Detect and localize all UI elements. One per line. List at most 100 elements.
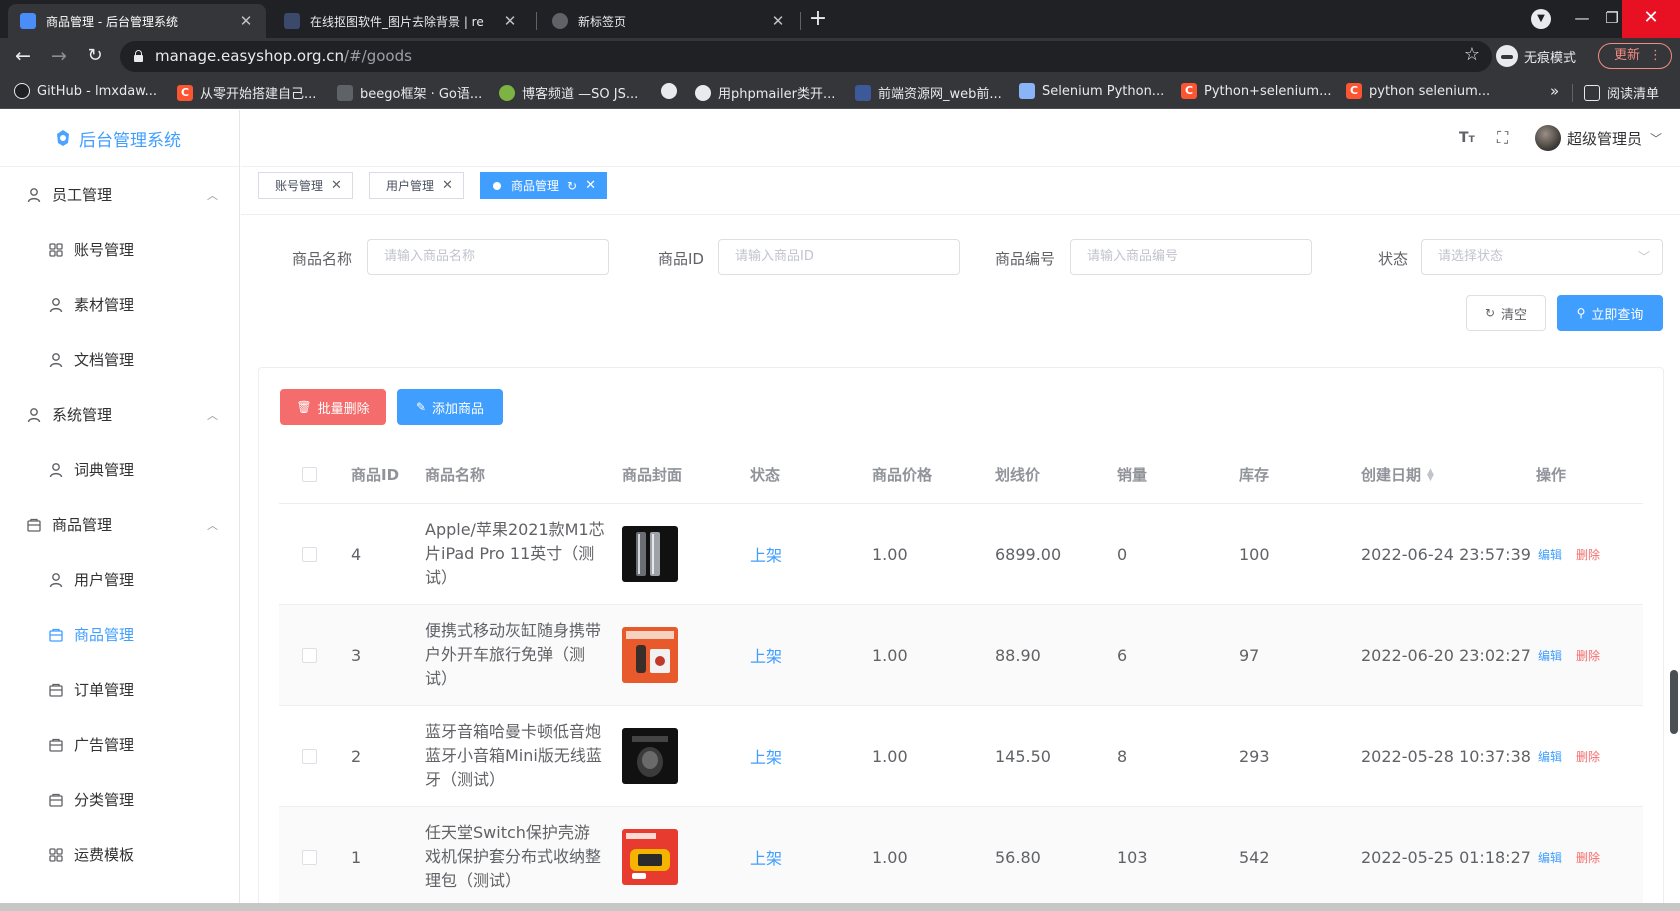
menu-item[interactable]: 订单管理 xyxy=(0,662,239,717)
edit-link[interactable]: 编辑 xyxy=(1538,546,1562,563)
menu-item[interactable]: 分类管理 xyxy=(0,772,239,827)
bookmark-item[interactable]: C 从零开始搭建自己... xyxy=(177,83,316,102)
tag-goods[interactable]: 商品管理 ↻ ✕ xyxy=(480,172,607,199)
tag-user[interactable]: 用户管理 ✕ xyxy=(369,172,464,199)
browser-tab[interactable]: 新标签页 ✕ xyxy=(540,4,798,38)
delete-link[interactable]: 删除 xyxy=(1576,748,1600,765)
menu-item[interactable]: 广告管理 xyxy=(0,717,239,772)
edit-icon: ✎ xyxy=(415,400,427,414)
new-tab-plus-icon[interactable]: + xyxy=(806,6,830,31)
goods-name-input[interactable]: 请输入商品名称 xyxy=(367,239,609,275)
goods-name: 蓝牙音箱哈曼卡顿低音炮蓝牙小音箱Mini版无线蓝牙（测试） xyxy=(425,722,602,789)
menu-item[interactable]: 文档管理 xyxy=(0,332,239,387)
sidebar: 后台管理系统 员工管理 ︿ 账号管理 素材管理 文档管理 系统管理 ︿ 词典管理 商品管理 ︿ 用户… xyxy=(0,110,240,911)
more-bookmarks-icon[interactable]: » xyxy=(1550,82,1559,100)
bookmark-item[interactable]: C Python+selenium... xyxy=(1181,83,1332,99)
user-icon xyxy=(48,297,64,313)
box-icon xyxy=(48,737,64,753)
close-tab-icon[interactable]: ✕ xyxy=(502,12,518,30)
col-date[interactable]: 创建日期 ▲ ▼ xyxy=(1361,446,1434,503)
menu-group-item[interactable]: 系统管理 ︿ xyxy=(0,387,239,442)
goods-code-input[interactable]: 请输入商品编号 xyxy=(1070,239,1312,275)
refresh-icon[interactable]: ↻ xyxy=(567,179,577,193)
chevron-up-icon[interactable]: ︿ xyxy=(207,187,218,203)
page-scrollbar[interactable] xyxy=(1670,670,1678,734)
edit-link[interactable]: 编辑 xyxy=(1538,849,1562,866)
fullscreen-icon[interactable]: ⛶ xyxy=(1497,128,1508,148)
select-all-checkbox[interactable] xyxy=(302,446,317,503)
incognito-icon xyxy=(1496,45,1518,67)
tab-search-icon[interactable]: ▼ xyxy=(1531,9,1551,29)
goods-id-input[interactable]: 请输入商品ID xyxy=(718,239,960,275)
status-link[interactable]: 上架 xyxy=(750,807,782,907)
goods-cover-image xyxy=(622,829,678,885)
box-icon xyxy=(26,517,42,533)
status-link[interactable]: 上架 xyxy=(750,706,782,806)
grid-icon xyxy=(48,242,64,258)
incognito-indicator[interactable]: 无痕模式 xyxy=(1496,43,1576,69)
tag-account[interactable]: 账号管理 ✕ xyxy=(258,172,353,199)
lock-icon xyxy=(134,50,143,62)
row-checkbox[interactable] xyxy=(302,706,317,806)
menu-item[interactable]: 账号管理 xyxy=(0,222,239,277)
update-button[interactable]: 更新 ⋮ xyxy=(1598,43,1672,69)
bookmark-item[interactable]: beego框架 · Go语... xyxy=(337,83,482,102)
forward-arrow-icon[interactable]: → xyxy=(46,43,72,69)
menu-group-item[interactable]: 员工管理 ︿ xyxy=(0,167,239,222)
delete-link[interactable]: 删除 xyxy=(1576,849,1600,866)
browser-tab-active[interactable]: 商品管理 - 后台管理系统 ✕ xyxy=(8,4,266,38)
bookmark-item[interactable]: Selenium Python... xyxy=(1019,83,1164,99)
browser-tab[interactable]: 在线抠图软件_图片去除背景 | re ✕ xyxy=(272,4,530,38)
status-link[interactable]: 上架 xyxy=(750,605,782,705)
row-checkbox[interactable] xyxy=(302,504,317,604)
close-icon[interactable]: ✕ xyxy=(331,178,342,193)
sort-icon[interactable]: ▲ ▼ xyxy=(1427,467,1434,482)
app-title: 后台管理系统 xyxy=(79,130,181,151)
clear-button[interactable]: ↻ 清空 xyxy=(1466,295,1546,331)
close-tab-icon[interactable]: ✕ xyxy=(238,12,254,30)
original-price: 56.80 xyxy=(995,847,1041,867)
close-icon[interactable]: ✕ xyxy=(442,178,453,193)
menu-item[interactable]: 运费模板 xyxy=(0,827,239,882)
goods-sales: 8 xyxy=(1117,746,1128,766)
bookmark-star-icon[interactable]: ☆ xyxy=(1464,44,1480,65)
font-size-icon[interactable]: TT xyxy=(1459,130,1475,146)
row-checkbox[interactable] xyxy=(302,605,317,705)
address-bar[interactable]: manage.easyshop.org.cn/#/goods ☆ xyxy=(120,41,1492,72)
reading-list[interactable]: 阅读清单 xyxy=(1584,83,1659,102)
back-arrow-icon[interactable]: ← xyxy=(10,43,36,69)
bookmark-item[interactable]: 用phpmailer类开... xyxy=(695,83,835,102)
user-menu[interactable]: 超级管理员 ﹀ xyxy=(1535,125,1662,151)
edit-link[interactable]: 编辑 xyxy=(1538,748,1562,765)
batch-delete-button[interactable]: 🗑 批量删除 xyxy=(280,389,386,425)
menu-item[interactable]: 用户管理 xyxy=(0,552,239,607)
goods-cover-image xyxy=(622,627,678,683)
created-date: 2022-05-25 01:18:27 xyxy=(1361,847,1531,867)
search-button[interactable]: ⚲ 立即查询 xyxy=(1557,295,1663,331)
chevron-up-icon[interactable]: ︿ xyxy=(207,517,218,533)
row-checkbox[interactable] xyxy=(302,807,317,907)
edit-link[interactable]: 编辑 xyxy=(1538,647,1562,664)
bookmark-item[interactable] xyxy=(661,83,684,99)
menu-item[interactable]: 素材管理 xyxy=(0,277,239,332)
globe-icon xyxy=(661,83,677,99)
delete-link[interactable]: 删除 xyxy=(1576,647,1600,664)
status-select[interactable]: 请选择状态 ﹀ xyxy=(1421,239,1663,275)
logo[interactable]: 后台管理系统 xyxy=(0,110,239,167)
reload-icon[interactable]: ↻ xyxy=(82,43,108,69)
delete-link[interactable]: 删除 xyxy=(1576,546,1600,563)
window-close-icon[interactable]: ✕ xyxy=(1622,0,1680,38)
chevron-up-icon[interactable]: ︿ xyxy=(207,407,218,423)
bookmark-item[interactable]: GitHub - lmxdaw... xyxy=(14,83,157,99)
bookmark-item[interactable]: Cpython selenium... xyxy=(1346,83,1490,99)
goods-name: Apple/苹果2021款M1芯片iPad Pro 11英寸（测试） xyxy=(425,520,605,587)
close-tab-icon[interactable]: ✕ xyxy=(770,12,786,30)
status-link[interactable]: 上架 xyxy=(750,504,782,604)
bookmark-item[interactable]: 博客频道 —SO JS... xyxy=(499,83,638,102)
menu-item[interactable]: 商品管理 xyxy=(0,607,239,662)
menu-group-item[interactable]: 商品管理 ︿ xyxy=(0,497,239,552)
close-icon[interactable]: ✕ xyxy=(585,178,596,193)
menu-item[interactable]: 词典管理 xyxy=(0,442,239,497)
bookmark-item[interactable]: 前端资源网_web前... xyxy=(855,83,1002,102)
add-goods-button[interactable]: ✎ 添加商品 xyxy=(397,389,503,425)
